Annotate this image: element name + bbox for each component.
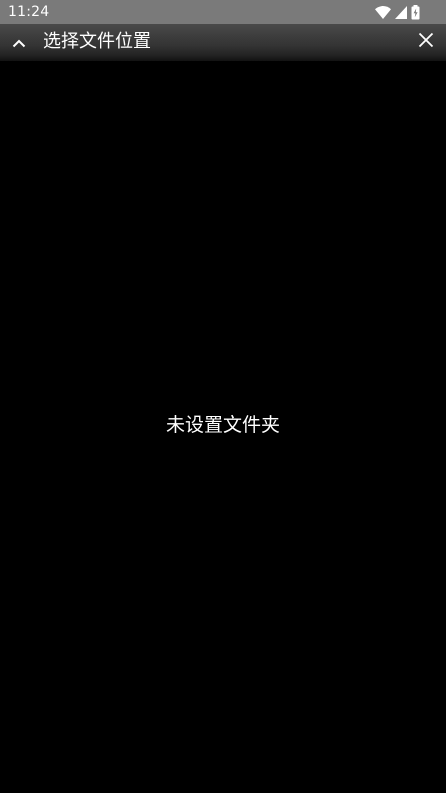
wifi-icon — [375, 5, 391, 19]
status-icons — [375, 4, 420, 20]
toolbar: 选择文件位置 — [0, 24, 446, 61]
empty-state-message: 未设置文件夹 — [165, 414, 280, 436]
cell-signal-icon — [395, 5, 407, 19]
page-title: 选择文件位置 — [43, 31, 151, 52]
close-icon — [418, 32, 434, 52]
battery-charging-icon — [411, 4, 420, 20]
collapse-button[interactable] — [6, 29, 32, 55]
chevron-up-icon — [12, 33, 26, 52]
close-button[interactable] — [412, 28, 440, 56]
status-time: 11:24 — [8, 4, 50, 20]
folder-content-area: 未设置文件夹 — [0, 61, 446, 793]
status-bar: 11:24 — [0, 0, 446, 24]
